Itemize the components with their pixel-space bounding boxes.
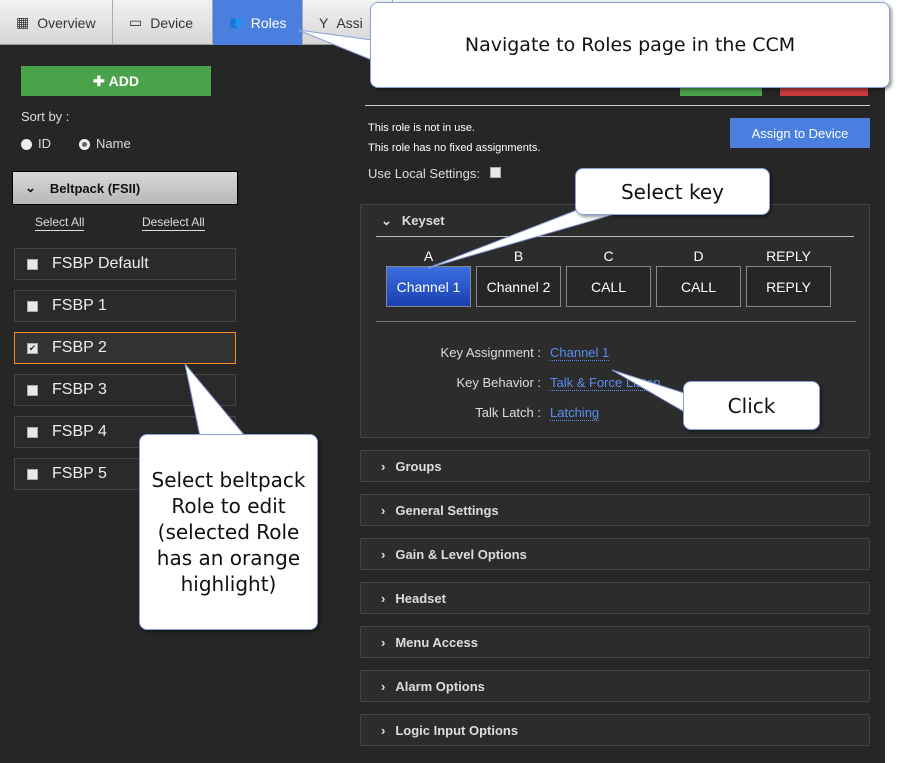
callout-select-key: Select key xyxy=(575,168,770,215)
callout-click: Click xyxy=(683,381,820,430)
callout-select-role: Select beltpack Role to edit (selected R… xyxy=(139,434,318,630)
callout-navigate: Navigate to Roles page in the CCM xyxy=(370,2,890,88)
